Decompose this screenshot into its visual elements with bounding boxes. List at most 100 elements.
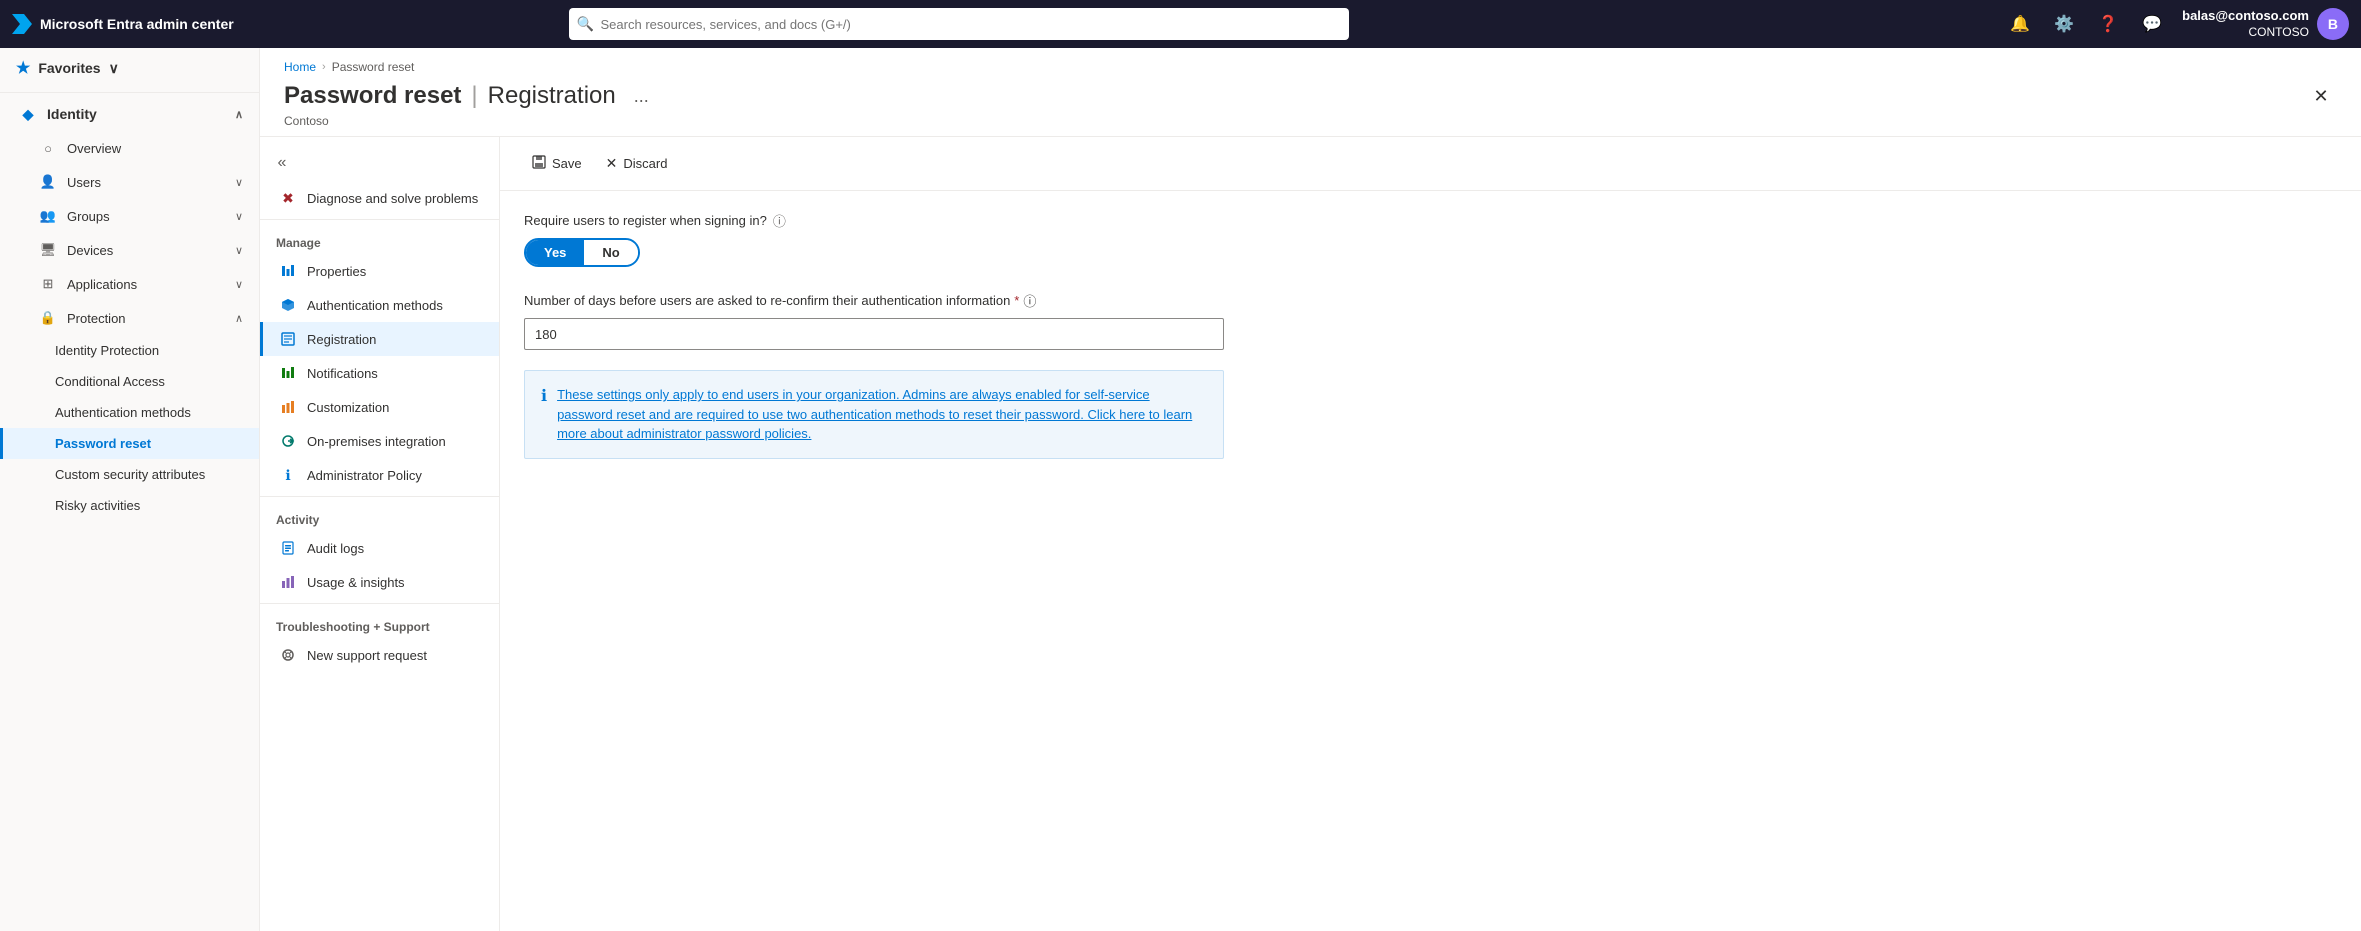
breadcrumb-home[interactable]: Home [284,60,316,74]
nav-item-properties[interactable]: Properties [260,254,499,288]
toolbar: Save ✕ Discard [500,137,2361,191]
settings-icon[interactable]: ⚙️ [2050,10,2078,38]
top-bar-actions: 🔔 ⚙️ ❓ 💬 balas@contoso.com CONTOSO B [2006,8,2349,40]
sidebar-item-applications[interactable]: ⊞ Applications ∨ [0,267,259,301]
risky-activities-label: Risky activities [55,498,140,513]
support-icon [279,646,297,664]
nav-item-audit-logs[interactable]: Audit logs [260,531,499,565]
sidebar-item-users[interactable]: 👤 Users ∨ [0,165,259,199]
top-bar: Microsoft Entra admin center 🔍 🔔 ⚙️ ❓ 💬 … [0,0,2361,48]
sidebar-item-auth-methods[interactable]: Authentication methods [0,397,259,428]
days-info-icon[interactable]: ⓘ [1023,291,1036,310]
days-label: Number of days before users are asked to… [524,291,2337,310]
new-support-label: New support request [307,648,427,663]
chevron-up-icon: ∧ [235,312,243,325]
yes-no-toggle[interactable]: Yes No [524,238,640,267]
nav-item-diagnose[interactable]: ✖ Diagnose and solve problems [260,181,499,215]
custom-security-label: Custom security attributes [55,467,205,482]
nav-divider-3 [260,603,499,604]
sidebar-item-protection[interactable]: 🔒 Protection ∧ [0,301,259,335]
brand-label: Microsoft Entra admin center [40,16,234,32]
page-header: Home › Password reset Password reset | R… [260,48,2361,137]
sidebar-item-risky-activities[interactable]: Risky activities [0,490,259,521]
info-box-icon: ℹ [541,386,547,444]
more-options-button[interactable]: ... [626,82,657,111]
on-premises-label: On-premises integration [307,434,446,449]
registration-icon [279,330,297,348]
users-label: Users [67,175,101,190]
content-wrapper: Home › Password reset Password reset | R… [260,48,2361,931]
search-input[interactable] [569,8,1349,40]
require-register-info-icon[interactable]: ⓘ [773,211,786,230]
manage-section-label: Manage [260,224,499,254]
breadcrumb: Home › Password reset [284,60,2337,74]
nav-item-new-support[interactable]: New support request [260,638,499,672]
search-bar-container: 🔍 [569,8,1349,40]
customization-icon [279,398,297,416]
nav-item-registration[interactable]: Registration [260,322,499,356]
avatar: B [2317,8,2349,40]
notifications-label: Notifications [307,366,378,381]
user-profile[interactable]: balas@contoso.com CONTOSO B [2182,8,2349,40]
yes-button[interactable]: Yes [526,240,584,265]
auth-methods-nav-icon [279,296,297,314]
nav-item-customization[interactable]: Customization [260,390,499,424]
sidebar-item-identity[interactable]: ◆ Identity ∧ [0,97,259,131]
protection-label: Protection [67,311,126,326]
admin-policy-icon: ℹ [279,466,297,484]
nav-item-auth-methods[interactable]: Authentication methods [260,288,499,322]
on-premises-icon [279,432,297,450]
days-input[interactable] [524,318,1224,350]
sidebar-item-custom-security[interactable]: Custom security attributes [0,459,259,490]
breadcrumb-current: Password reset [332,60,415,74]
properties-icon [279,262,297,280]
page-title-separator: | [471,82,477,110]
brand-icon [12,14,32,34]
nav-divider-1 [260,219,499,220]
star-icon: ★ [16,58,30,78]
no-button[interactable]: No [584,240,637,265]
chevron-down-icon: ∨ [235,244,243,257]
shield-icon: 🔒 [39,309,57,327]
nav-item-admin-policy[interactable]: ℹ Administrator Policy [260,458,499,492]
sidebar-item-groups[interactable]: 👥 Groups ∨ [0,199,259,233]
sidebar-item-favorites[interactable]: ★ Favorites ∨ [0,48,259,88]
overview-label: Overview [67,141,121,156]
page-title: Password reset [284,82,461,110]
save-icon [532,155,546,172]
usage-insights-label: Usage & insights [307,575,405,590]
sidebar: ★ Favorites ∨ ◆ Identity ∧ ○ Overview 👤 … [0,48,260,931]
audit-logs-icon [279,539,297,557]
sidebar-item-devices[interactable]: 🖥 Devices ∨ [0,233,259,267]
feedback-icon[interactable]: 💬 [2138,10,2166,38]
notifications-bell-icon[interactable]: 🔔 [2006,10,2034,38]
save-button[interactable]: Save [524,149,590,178]
identity-label: Identity [47,106,97,122]
info-box-link[interactable]: These settings only apply to end users i… [557,387,1192,441]
collapse-button[interactable]: « [268,149,296,177]
nav-item-usage-insights[interactable]: Usage & insights [260,565,499,599]
devices-icon: 🖥 [39,241,57,259]
favorites-label: Favorites [38,60,100,76]
usage-insights-icon [279,573,297,591]
sidebar-item-overview[interactable]: ○ Overview [0,131,259,165]
nav-item-notifications[interactable]: Notifications [260,356,499,390]
sidebar-item-password-reset[interactable]: Password reset [0,428,259,459]
form-area: Require users to register when signing i… [500,191,2361,479]
activity-section-label: Activity [260,501,499,531]
info-box-text: These settings only apply to end users i… [557,385,1207,444]
username-label: balas@contoso.com [2182,8,2309,25]
discard-button[interactable]: ✕ Discard [598,149,676,178]
sidebar-item-conditional-access[interactable]: Conditional Access [0,366,259,397]
main-layout: ★ Favorites ∨ ◆ Identity ∧ ○ Overview 👤 … [0,48,2361,931]
chevron-down-icon: ∨ [109,60,119,77]
close-button[interactable]: ✕ [2305,80,2337,112]
page-subtitle: Registration [488,82,616,110]
brand: Microsoft Entra admin center [12,14,234,34]
applications-icon: ⊞ [39,275,57,293]
sidebar-item-identity-protection[interactable]: Identity Protection [0,335,259,366]
help-icon[interactable]: ❓ [2094,10,2122,38]
nav-item-on-premises[interactable]: On-premises integration [260,424,499,458]
groups-icon: 👥 [39,207,57,225]
auth-methods-label: Authentication methods [55,405,191,420]
